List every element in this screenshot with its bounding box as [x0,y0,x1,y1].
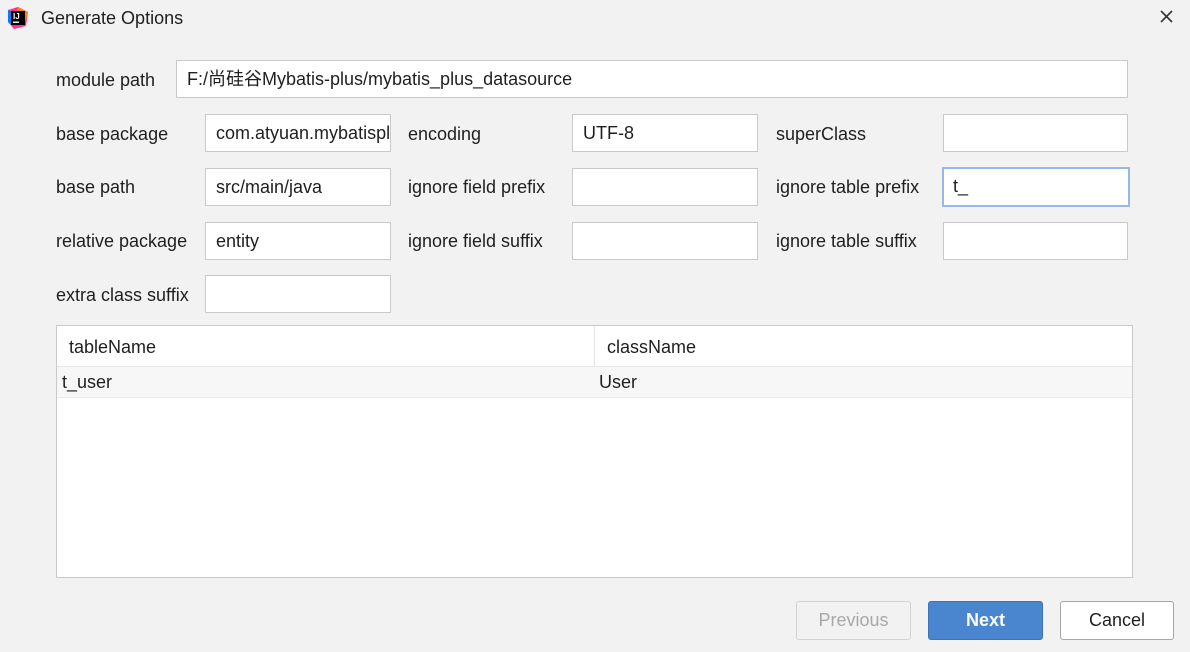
ignore-field-suffix-input[interactable] [572,222,758,260]
table-mapping[interactable]: tableName className t_user User [56,325,1133,578]
encoding-label: encoding [408,124,482,144]
ignore-table-prefix-label: ignore table prefix [776,177,920,197]
module-path-input[interactable]: F:/尚硅谷Mybatis-plus/mybatis_plus_datasour… [176,60,1128,98]
cancel-button[interactable]: Cancel [1060,601,1174,640]
column-header-classname[interactable]: className [607,326,696,366]
previous-button[interactable]: Previous [796,601,911,640]
ignore-table-suffix-label: ignore table suffix [776,231,917,251]
column-divider[interactable] [594,326,595,366]
module-path-label: module path [56,70,156,90]
ignore-table-suffix-input[interactable] [943,222,1128,260]
extra-class-suffix-input[interactable] [205,275,391,313]
close-icon[interactable] [1156,4,1178,26]
ignore-field-prefix-label: ignore field prefix [408,177,546,197]
svg-text:IJ: IJ [13,12,20,21]
superclass-label: superClass [776,124,867,144]
table-cell-classname[interactable]: User [599,367,637,397]
table-cell-tablename[interactable]: t_user [62,367,112,397]
base-path-label: base path [56,177,136,197]
table-header: tableName className [57,326,1132,367]
base-package-input[interactable]: com.atyuan.mybatisplus [205,114,391,152]
column-header-tablename[interactable]: tableName [69,326,156,366]
ignore-table-prefix-input[interactable]: t_ [942,167,1130,207]
relative-package-label: relative package [56,231,188,251]
extra-class-suffix-label: extra class suffix [56,285,189,305]
ignore-field-suffix-label: ignore field suffix [408,231,543,251]
intellij-idea-icon: IJ [6,6,30,30]
table-row[interactable]: t_user User [57,367,1132,398]
base-package-label: base package [56,124,169,144]
ignore-field-prefix-input[interactable] [572,168,758,206]
next-button[interactable]: Next [928,601,1043,640]
relative-package-input[interactable]: entity [205,222,391,260]
window-title: Generate Options [41,8,184,28]
encoding-input[interactable]: UTF-8 [572,114,758,152]
base-path-input[interactable]: src/main/java [205,168,391,206]
superclass-input[interactable] [943,114,1128,152]
